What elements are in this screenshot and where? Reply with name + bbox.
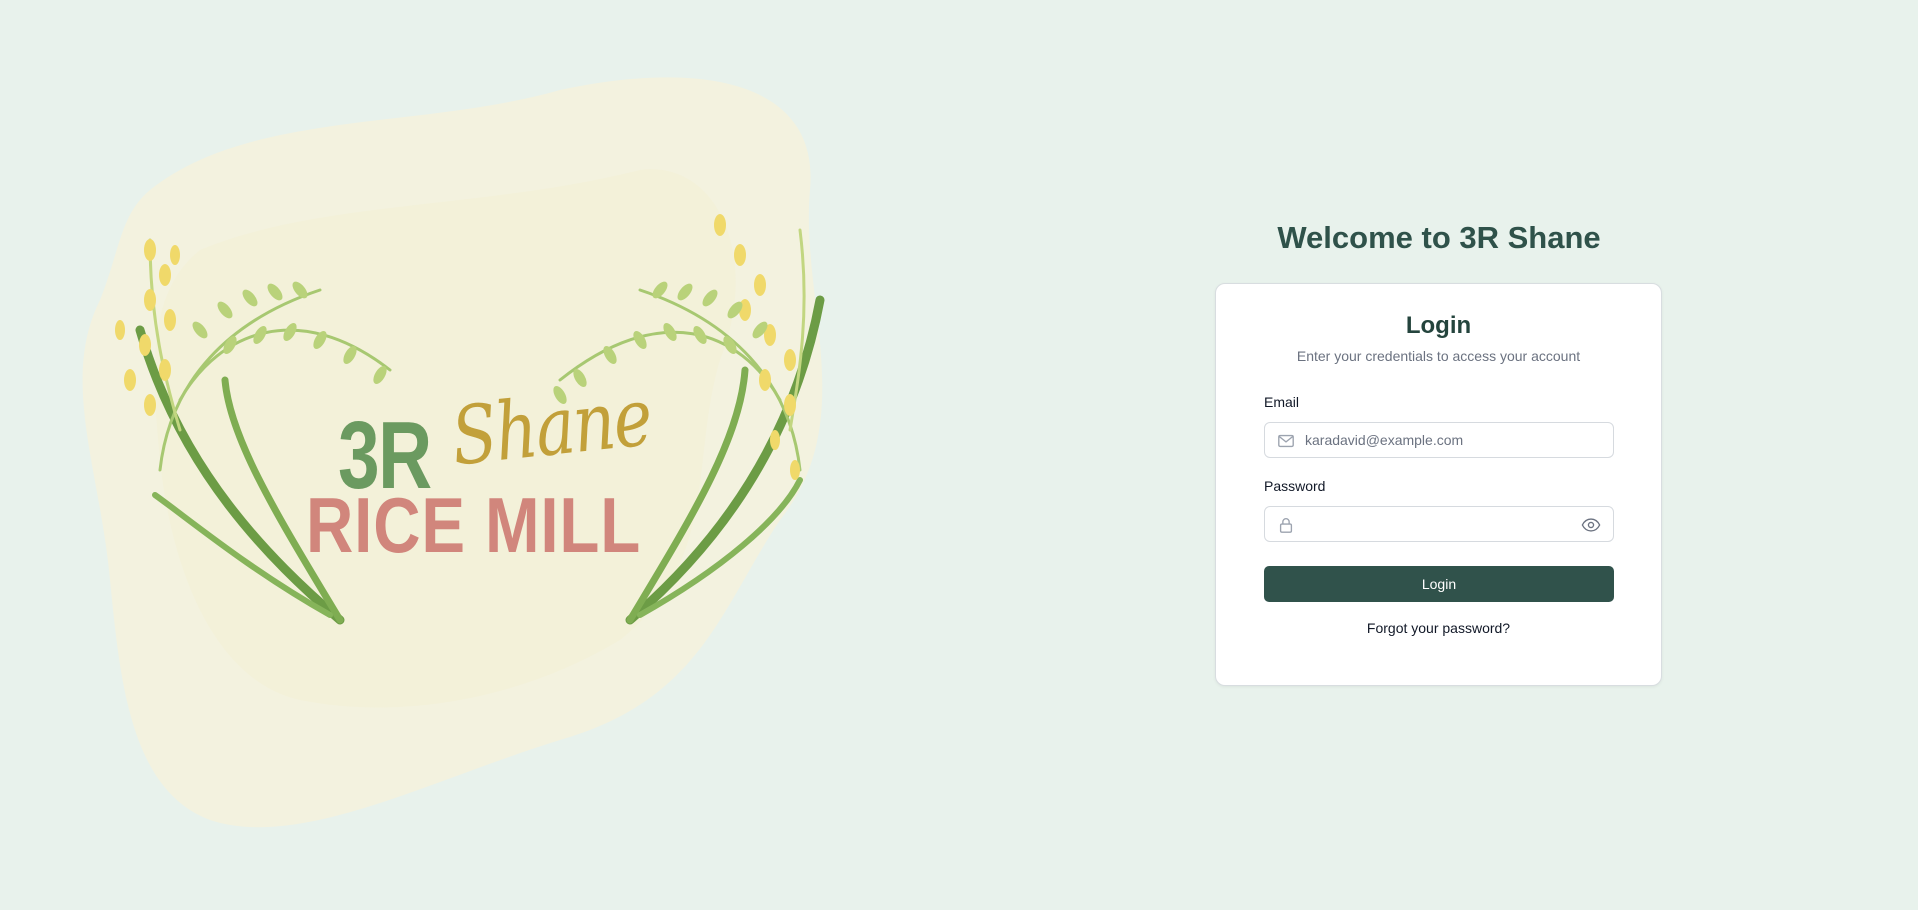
lock-icon xyxy=(1279,518,1293,533)
rice-mill-logo-art xyxy=(82,77,825,828)
brand-hero: 3R Shane RICE MILL xyxy=(0,0,900,910)
email-field[interactable] xyxy=(1264,422,1614,458)
password-input[interactable] xyxy=(1305,507,1575,541)
forgot-password-link[interactable]: Forgot your password? xyxy=(1216,620,1661,636)
logo-shane-text: Shane xyxy=(447,370,656,484)
email-input[interactable] xyxy=(1305,423,1575,457)
login-subtitle: Enter your credentials to access your ac… xyxy=(1296,348,1581,364)
password-field[interactable] xyxy=(1264,506,1614,542)
mail-icon xyxy=(1278,434,1294,448)
eye-icon[interactable] xyxy=(1581,516,1601,534)
login-title: Login xyxy=(1405,312,1472,339)
login-button[interactable]: Login xyxy=(1264,566,1614,602)
email-label: Email xyxy=(1264,394,1300,410)
login-card: Login Enter your credentials to access y… xyxy=(1215,283,1662,686)
logo-rice-mill-text: RICE MILL xyxy=(306,481,642,569)
welcome-heading: Welcome to 3R Shane xyxy=(1277,220,1601,255)
password-label: Password xyxy=(1264,478,1326,494)
